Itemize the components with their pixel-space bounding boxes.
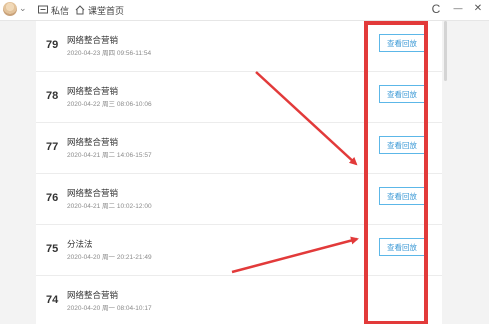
lesson-date: 2020-04-20 周一 20:21-21:49 bbox=[67, 254, 152, 261]
view-replay-button[interactable]: 查看回放 bbox=[379, 136, 425, 154]
lesson-title: 网络整合营销 bbox=[67, 86, 119, 96]
lesson-number: 76 bbox=[46, 192, 59, 204]
chevron-down-icon[interactable]: ⌄ bbox=[19, 3, 27, 14]
view-replay-button[interactable]: 查看回放 bbox=[379, 187, 425, 205]
message-icon bbox=[38, 5, 48, 14]
scrollbar-thumb[interactable] bbox=[444, 21, 447, 81]
lesson-title: 网络整合营销 bbox=[67, 188, 119, 198]
lesson-number: 79 bbox=[46, 39, 59, 51]
lesson-list: 79 网络整合营销 2020-04-23 周四 09:56-11:54 查看回放… bbox=[36, 21, 442, 324]
lesson-row: 75 分法法 2020-04-20 周一 20:21-21:49 查看回放 bbox=[36, 225, 442, 276]
private-message-label: 私信 bbox=[51, 5, 70, 16]
lesson-title: 网络整合营销 bbox=[67, 290, 119, 300]
avatar[interactable] bbox=[3, 2, 17, 16]
refresh-icon[interactable]: C bbox=[429, 2, 443, 16]
lesson-date: 2020-04-23 周四 09:56-11:54 bbox=[67, 50, 152, 57]
lesson-row: 79 网络整合营销 2020-04-23 周四 09:56-11:54 查看回放 bbox=[36, 21, 442, 72]
lesson-title: 网络整合营销 bbox=[67, 137, 119, 147]
lesson-title: 网络整合营销 bbox=[67, 35, 119, 45]
lesson-row: 77 网络整合营销 2020-04-21 周二 14:06-15:57 查看回放 bbox=[36, 123, 442, 174]
lesson-date: 2020-04-22 周三 08:06-10:06 bbox=[67, 101, 152, 108]
lesson-date: 2020-04-20 周一 08:04-10:17 bbox=[67, 305, 152, 312]
course-home-label: 课堂首页 bbox=[88, 5, 125, 16]
lesson-number: 75 bbox=[46, 243, 59, 255]
view-replay-button[interactable]: 查看回放 bbox=[379, 85, 425, 103]
lesson-number: 77 bbox=[46, 141, 59, 153]
lesson-row: 74 网络整合营销 2020-04-20 周一 08:04-10:17 bbox=[36, 276, 442, 324]
lesson-title: 分法法 bbox=[67, 239, 93, 249]
lesson-date: 2020-04-21 周二 10:02-12:00 bbox=[67, 203, 152, 210]
lesson-number: 78 bbox=[46, 90, 59, 102]
top-toolbar: ⌄ 私信 课堂首页 C — ✕ bbox=[0, 0, 489, 21]
minimize-button[interactable]: — bbox=[451, 3, 465, 13]
lesson-date: 2020-04-21 周二 14:06-15:57 bbox=[67, 152, 152, 159]
private-message-button[interactable]: 私信 bbox=[38, 3, 69, 17]
lesson-number: 74 bbox=[46, 294, 59, 306]
course-home-button[interactable]: 课堂首页 bbox=[75, 3, 124, 17]
lesson-row: 76 网络整合营销 2020-04-21 周二 10:02-12:00 查看回放 bbox=[36, 174, 442, 225]
view-replay-button[interactable]: 查看回放 bbox=[379, 238, 425, 256]
home-icon bbox=[75, 5, 85, 15]
close-button[interactable]: ✕ bbox=[471, 3, 485, 14]
view-replay-button[interactable]: 查看回放 bbox=[379, 34, 425, 52]
lesson-row: 78 网络整合营销 2020-04-22 周三 08:06-10:06 查看回放 bbox=[36, 72, 442, 123]
